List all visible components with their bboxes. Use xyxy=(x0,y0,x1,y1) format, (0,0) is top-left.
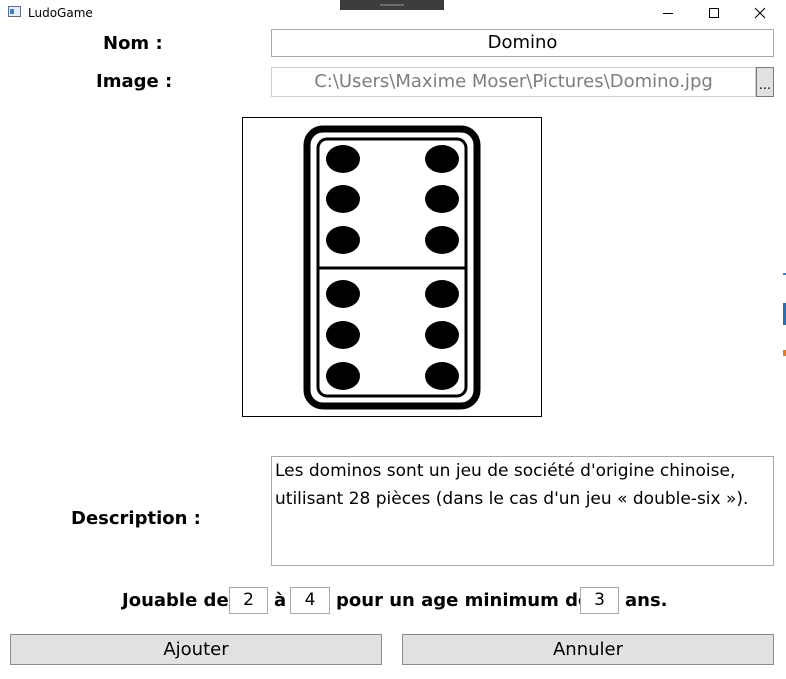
players-min-input[interactable]: 2 xyxy=(229,587,268,614)
domino-image xyxy=(303,125,481,410)
age-suffix-label: ans. xyxy=(625,590,668,611)
maximize-icon xyxy=(709,8,719,18)
drag-handle[interactable] xyxy=(340,0,444,10)
image-label: Image : xyxy=(96,71,173,92)
name-label: Nom : xyxy=(103,33,163,54)
close-button[interactable] xyxy=(737,0,783,26)
cancel-button[interactable]: Annuler xyxy=(402,634,774,665)
players-separator-label: à xyxy=(274,590,287,611)
description-label: Description : xyxy=(71,508,201,529)
players-max-input[interactable]: 4 xyxy=(290,587,330,614)
close-icon xyxy=(754,7,766,19)
minimize-icon xyxy=(663,13,673,14)
app-window-icon xyxy=(8,6,21,17)
image-path-field: C:\Users\Maxime Moser\Pictures\Domino.jp… xyxy=(271,67,756,97)
players-prefix-label: Jouable de xyxy=(122,590,229,611)
age-label: pour un age minimum de xyxy=(336,590,591,611)
age-min-input[interactable]: 3 xyxy=(580,587,619,614)
title-bar: LudoGame xyxy=(0,0,786,26)
domino-image-frame xyxy=(242,117,542,417)
add-button[interactable]: Ajouter xyxy=(10,634,382,665)
description-textarea[interactable]: Les dominos sont un jeu de société d'ori… xyxy=(271,456,774,566)
name-input[interactable]: Domino xyxy=(271,29,774,57)
browse-button[interactable]: ... xyxy=(756,67,774,97)
window-title: LudoGame xyxy=(28,6,93,20)
maximize-button[interactable] xyxy=(691,0,737,26)
minimize-button[interactable] xyxy=(645,0,691,26)
